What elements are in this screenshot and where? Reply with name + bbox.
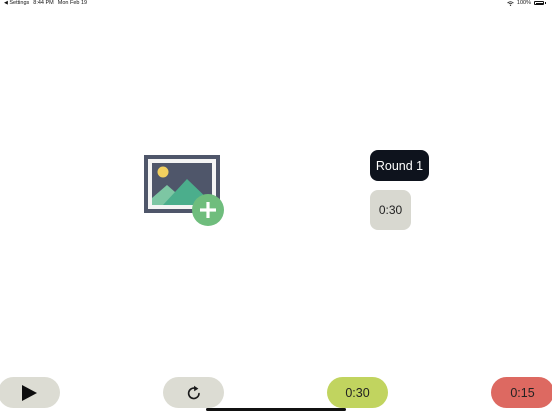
home-indicator[interactable] — [206, 408, 346, 411]
reset-button[interactable] — [163, 377, 224, 408]
round-duration-button[interactable]: 0:30 — [370, 190, 411, 230]
round-label-button[interactable]: Round 1 — [370, 150, 429, 181]
back-to-app-link[interactable]: ◀ Settings — [4, 0, 29, 6]
battery-percent: 100% — [516, 0, 531, 6]
status-bar: ◀ Settings 8:44 PM Mon Feb 19 100% — [0, 0, 552, 8]
work-time-button[interactable]: 0:30 — [327, 377, 388, 408]
back-arrow-icon: ◀ — [4, 0, 8, 6]
battery-icon — [534, 1, 544, 5]
battery-nub — [545, 2, 546, 4]
add-image-button[interactable] — [143, 154, 227, 228]
reset-icon — [187, 385, 200, 399]
play-button[interactable] — [0, 377, 60, 408]
play-icon — [22, 384, 37, 401]
back-app-label: Settings — [9, 0, 30, 6]
add-photo-icon — [144, 155, 224, 226]
status-right: 100% — [507, 0, 546, 6]
plus-horizontal — [200, 208, 216, 212]
status-left: ◀ Settings 8:44 PM Mon Feb 19 — [4, 0, 87, 6]
status-time: 8:44 PM — [33, 0, 54, 6]
wifi-icon — [507, 0, 514, 6]
rest-time-button[interactable]: 0:15 — [491, 377, 552, 408]
sun-icon — [157, 166, 169, 178]
status-date: Mon Feb 19 — [57, 0, 88, 6]
